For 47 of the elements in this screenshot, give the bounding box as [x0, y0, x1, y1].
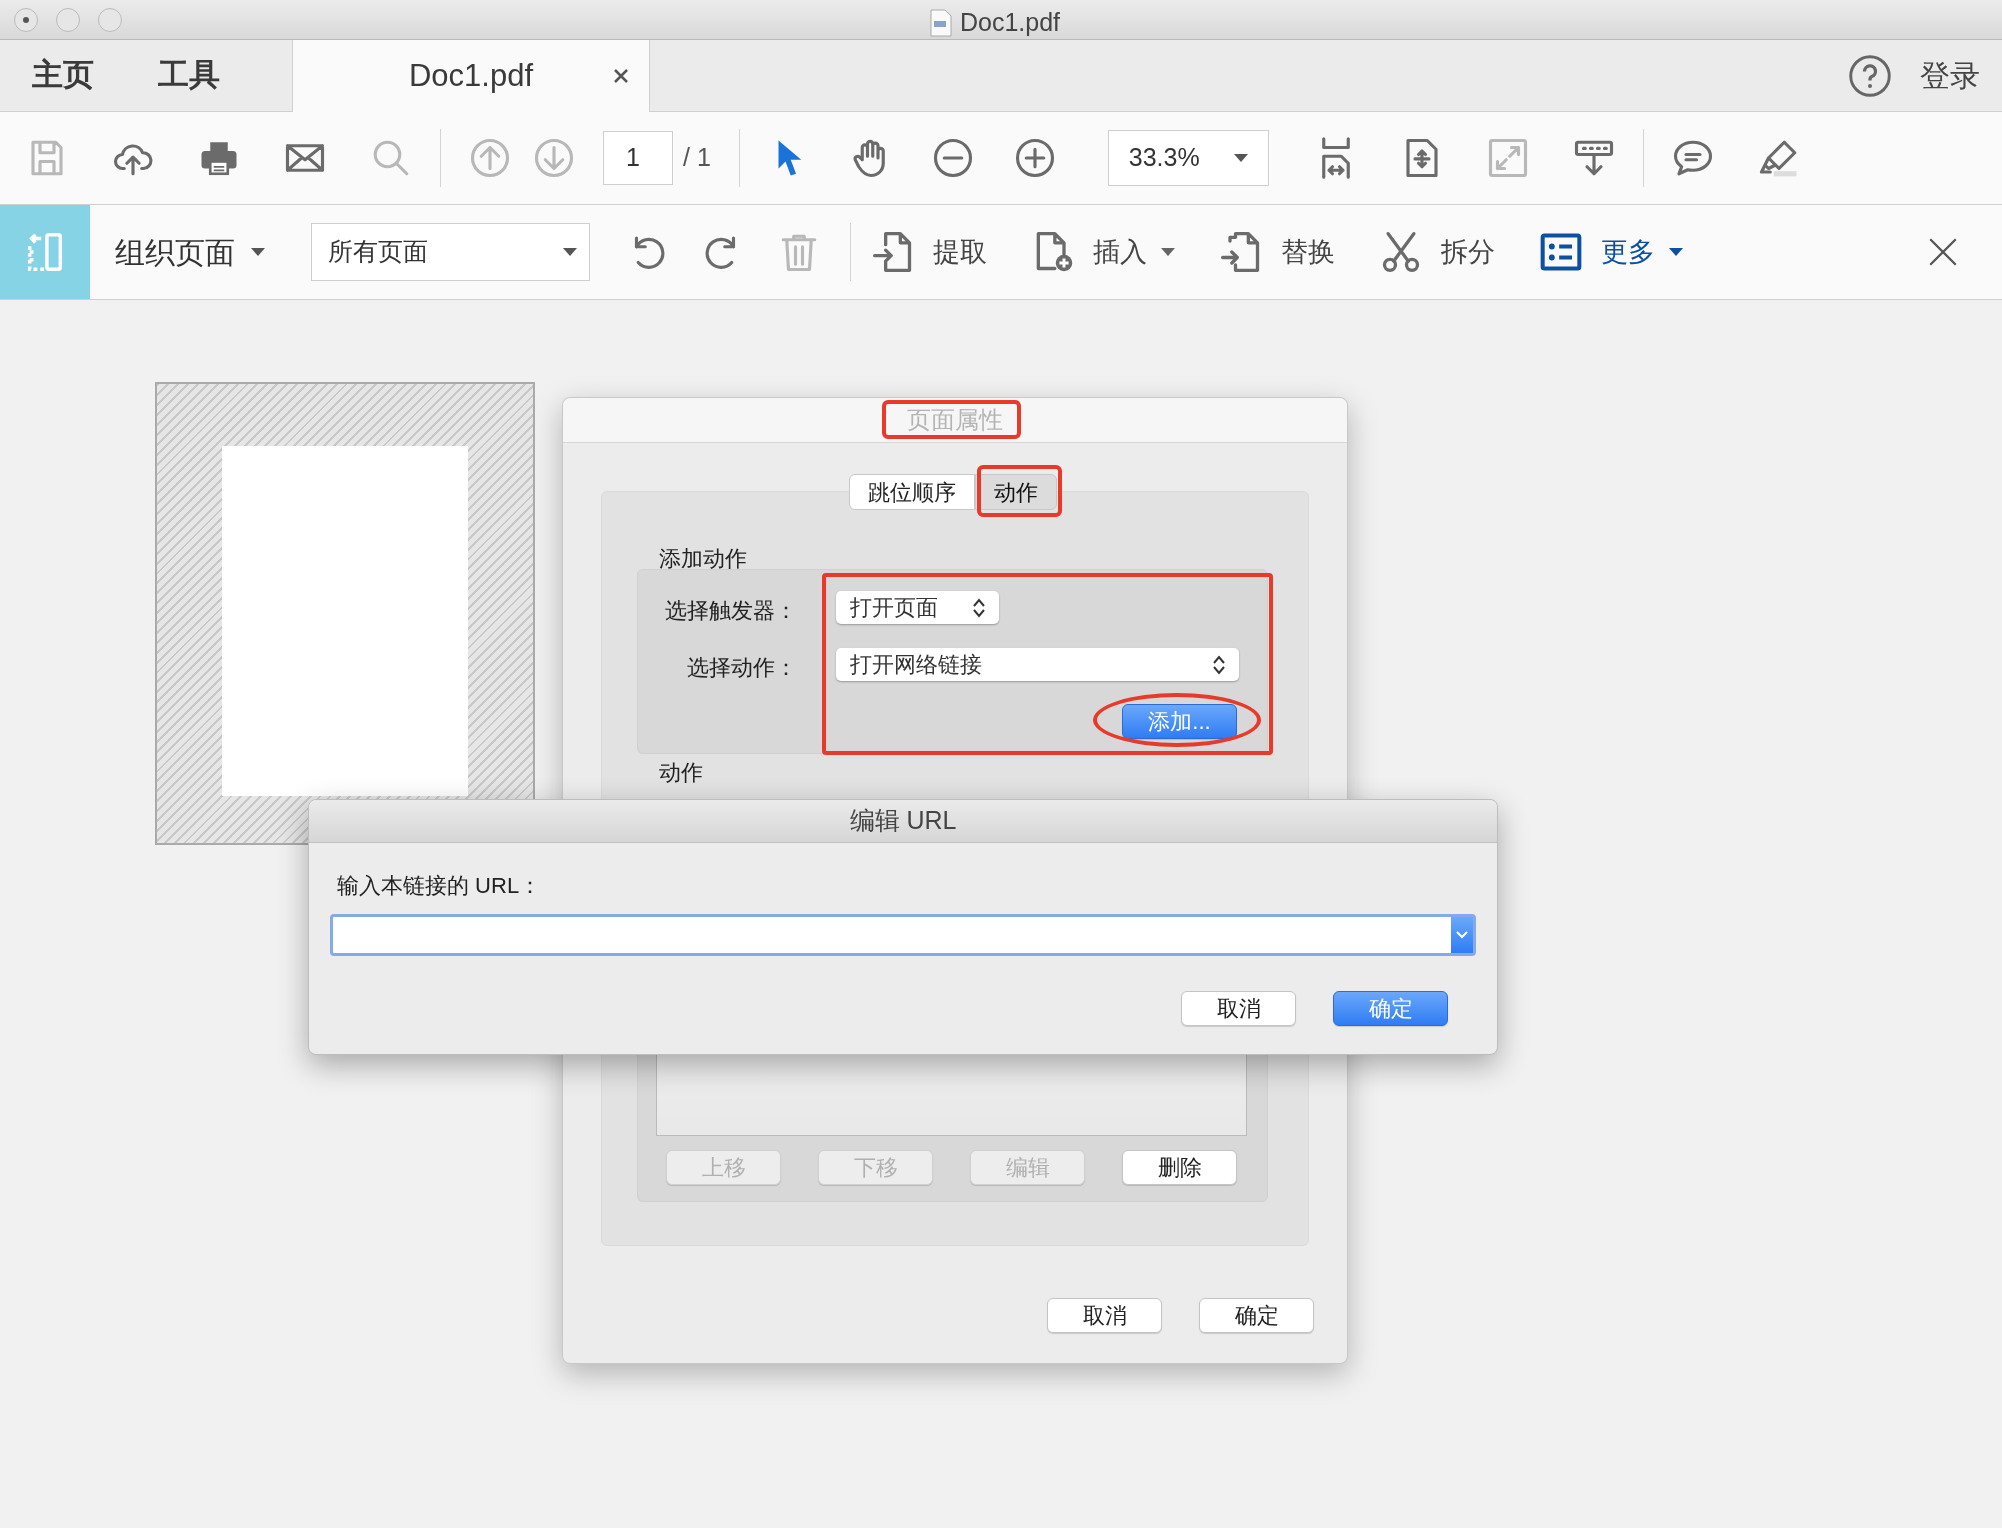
panel-toggle-button[interactable] [0, 205, 90, 299]
zoom-dropdown[interactable]: 33.3% [1107, 130, 1269, 186]
stepper-icon [973, 597, 985, 618]
url-combo-field[interactable] [330, 914, 1476, 956]
dialog-title: 页面属性 [907, 407, 1003, 433]
caret-icon[interactable] [563, 248, 577, 256]
document-icon [930, 8, 952, 37]
url-prompt: 输入本链接的 URL： [337, 872, 542, 900]
nav-tab[interactable]: Doc1.pdf [292, 40, 650, 112]
section-heading: 动作 [659, 760, 703, 786]
insert-tool-button[interactable]: 插入 [1031, 230, 1147, 274]
action-popup[interactable]: 打开网络链接 [836, 648, 1239, 681]
help-icon[interactable] [1848, 53, 1892, 98]
stepper-icon [1213, 654, 1225, 675]
split-tool-button[interactable]: 拆分 [1379, 230, 1495, 274]
page-number-field[interactable]: 1 [603, 131, 673, 185]
page-total: / 1 [683, 142, 711, 174]
chevron-down-icon [1456, 931, 1468, 939]
replace-tool-button[interactable]: 替换 [1219, 230, 1335, 274]
more-tool-button[interactable]: 更多 [1539, 230, 1655, 274]
organize-pages-menu[interactable]: 组织页面 [115, 229, 265, 275]
caret-icon[interactable] [1161, 248, 1175, 256]
trigger-popup[interactable]: 打开页面 [836, 591, 999, 624]
section-heading: 添加动作 [659, 545, 747, 573]
field-label: 选择触发器： [665, 597, 797, 625]
list-action-button[interactable]: 删除 [1122, 1150, 1237, 1185]
window-title: Doc1.pdf [960, 7, 1061, 38]
nav-tab[interactable]: 主页 [0, 40, 126, 111]
zoom-out-icon[interactable] [931, 137, 974, 179]
list-icon [1539, 230, 1583, 274]
caret-icon[interactable] [1233, 154, 1248, 162]
login-link[interactable]: 登录 [1920, 53, 1980, 98]
page-range-dropdown[interactable]: 所有页面 [311, 223, 590, 281]
caret-icon[interactable] [251, 248, 265, 256]
extract-tool-button[interactable]: 提取 [871, 230, 987, 274]
dialog-button[interactable]: 确定 [1199, 1298, 1314, 1333]
dialog-button[interactable]: 取消 [1181, 991, 1296, 1026]
zoom-in-icon[interactable] [1013, 137, 1056, 179]
close-icon[interactable] [613, 68, 629, 84]
dialog-tab[interactable]: 动作 [975, 474, 1057, 510]
close-window-button[interactable] [14, 7, 38, 32]
caret-icon[interactable] [1669, 248, 1683, 256]
dialog-button[interactable]: 取消 [1047, 1298, 1162, 1333]
dialog-tab[interactable]: 跳位顺序 [849, 474, 975, 510]
dialog-title: 编辑 URL [849, 805, 957, 837]
nav-tab[interactable]: 工具 [126, 40, 252, 111]
field-label: 选择动作： [687, 654, 797, 682]
